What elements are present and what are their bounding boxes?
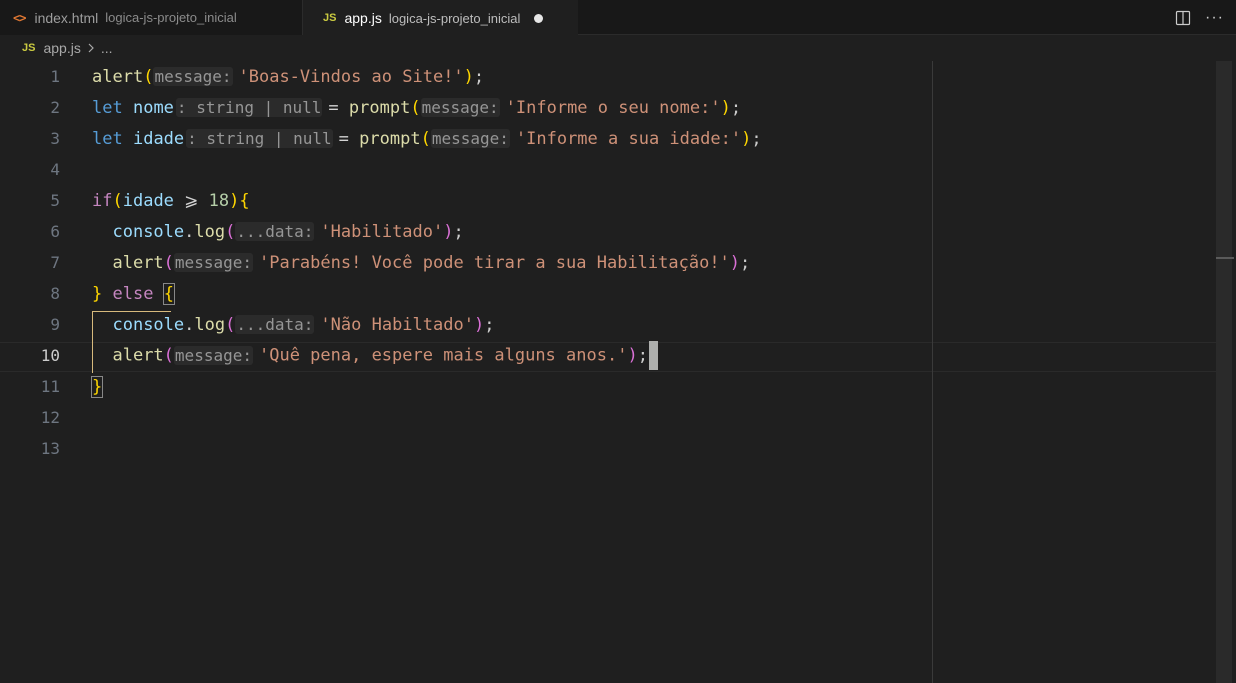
line-number: 13 (40, 439, 60, 458)
token: 'Habilitado' (320, 221, 444, 242)
token: alert (92, 66, 144, 87)
code-line[interactable]: 13 (0, 433, 1216, 464)
tab-label: index.html (34, 9, 99, 26)
token: 'Parabéns! Você pode tirar a sua Habilit… (258, 252, 730, 273)
token: alert (112, 345, 164, 366)
line-number: 6 (50, 222, 60, 241)
token: let (92, 128, 123, 149)
code-line[interactable]: 6 console.log(...data: 'Habilitado'); (0, 216, 1216, 247)
code-line[interactable]: 10 alert(message: 'Quê pena, espere mais … (0, 340, 1216, 371)
more-actions-icon[interactable]: ··· (1205, 9, 1224, 27)
text-cursor (648, 341, 658, 370)
breadcrumb-file[interactable]: app.js (43, 40, 80, 56)
scrollbar-cursor-marker (1216, 257, 1234, 259)
token: let (92, 97, 123, 118)
code-editor[interactable]: 1 alert(message: 'Boas-Vindos ao Site!');… (0, 61, 1236, 683)
token: console (112, 314, 185, 335)
js-file-icon: JS (323, 12, 337, 24)
code-text: } else { (92, 282, 175, 305)
tab-description: logica-js-projeto_inicial (105, 10, 237, 25)
line-number: 7 (50, 253, 60, 272)
code-text: let idade: string | null = prompt(message… (92, 128, 762, 149)
code-line[interactable]: 12 (0, 402, 1216, 433)
token: log (194, 314, 226, 335)
code-line[interactable]: 3 let idade: string | null = prompt(messa… (0, 123, 1216, 154)
line-number: 2 (50, 98, 60, 117)
code-text: alert(message: 'Quê pena, espere mais alg… (92, 341, 658, 370)
code-text: alert(message: 'Boas-Vindos ao Site!'); (92, 66, 485, 87)
token: 'Não Habiltado' (320, 314, 474, 335)
tab-bar: <> index.html logica-js-projeto_inicial … (0, 0, 1236, 36)
inlay-hint: message: (173, 252, 253, 272)
line-number: 11 (40, 377, 60, 396)
js-file-icon: JS (22, 42, 36, 54)
code-text: let nome: string | null = prompt(message:… (92, 97, 742, 118)
line-number: 10 (40, 346, 60, 365)
code-line[interactable]: 5 if(idade ⩾ 18){ (0, 185, 1216, 216)
line-number: 1 (50, 67, 60, 86)
code-line[interactable]: 11 } (0, 371, 1216, 402)
chevron-right-icon (87, 40, 95, 56)
token: 'Informe a sua idade:' (515, 128, 742, 149)
breadcrumb-symbols[interactable]: ... (101, 40, 113, 56)
tab-label: app.js (344, 10, 382, 26)
inlay-hint: : string | null (186, 128, 333, 148)
editor-actions: ··· (1175, 0, 1236, 35)
token: else (112, 283, 154, 304)
code-line[interactable]: 2 let nome: string | null = prompt(messag… (0, 92, 1216, 123)
line-number: 4 (50, 160, 60, 179)
line-number: 3 (50, 129, 60, 148)
inlay-hint: message: (153, 66, 233, 86)
vertical-scrollbar[interactable] (1216, 61, 1232, 683)
token: 'Informe o seu nome:' (505, 97, 721, 118)
token: alert (112, 252, 164, 273)
line-number: 8 (50, 284, 60, 303)
tab-description: logica-js-projeto_inicial (388, 10, 521, 26)
tab-app-js[interactable]: JS app.js logica-js-projeto_inicial (303, 0, 578, 36)
token: log (194, 221, 226, 242)
token: nome (132, 97, 174, 118)
token: 18 (208, 190, 230, 211)
line-number: 5 (50, 191, 60, 210)
unsaved-changes-dot-icon[interactable] (534, 13, 544, 23)
token: console (112, 221, 185, 242)
inlay-hint: ...data: (235, 314, 315, 334)
inlay-hint: message: (173, 345, 253, 365)
token: ⩾ (184, 190, 199, 211)
code-text: console.log(...data: 'Habilitado'); (112, 221, 464, 242)
line-number: 12 (40, 408, 60, 427)
tab-index-html[interactable]: <> index.html logica-js-projeto_inicial (0, 0, 303, 35)
token: if (92, 190, 113, 211)
code-line[interactable]: 4 (0, 154, 1216, 185)
inlay-hint: message: (420, 97, 500, 117)
token: 'Boas-Vindos ao Site!' (238, 66, 464, 87)
code-text: alert(message: 'Parabéns! Você pode tirar… (112, 252, 751, 273)
breadcrumb: JS app.js ... (0, 35, 1236, 61)
code-text: if(idade ⩾ 18){ (92, 190, 250, 211)
inlay-hint: ...data: (235, 221, 315, 241)
inlay-hint: message: (430, 128, 510, 148)
split-editor-icon[interactable] (1175, 10, 1191, 26)
token: idade (122, 190, 174, 211)
line-number: 9 (50, 315, 60, 334)
token: 'Quê pena, espere mais alguns anos.' (258, 345, 628, 366)
code-text: } (90, 375, 104, 398)
code-line[interactable]: 8 } else { (0, 278, 1216, 309)
token: idade (132, 128, 185, 149)
code-line[interactable]: 7 alert(message: 'Parabéns! Você pode tir… (0, 247, 1216, 278)
token: prompt (348, 97, 411, 118)
code-text: console.log(...data: 'Não Habiltado'); (112, 314, 495, 335)
token: prompt (359, 128, 421, 149)
inlay-hint: : string | null (175, 97, 323, 117)
code-line[interactable]: 9 console.log(...data: 'Não Habiltado'); (0, 309, 1216, 340)
code-line[interactable]: 1 alert(message: 'Boas-Vindos ao Site!'); (0, 61, 1216, 92)
html-file-icon: <> (13, 10, 26, 25)
